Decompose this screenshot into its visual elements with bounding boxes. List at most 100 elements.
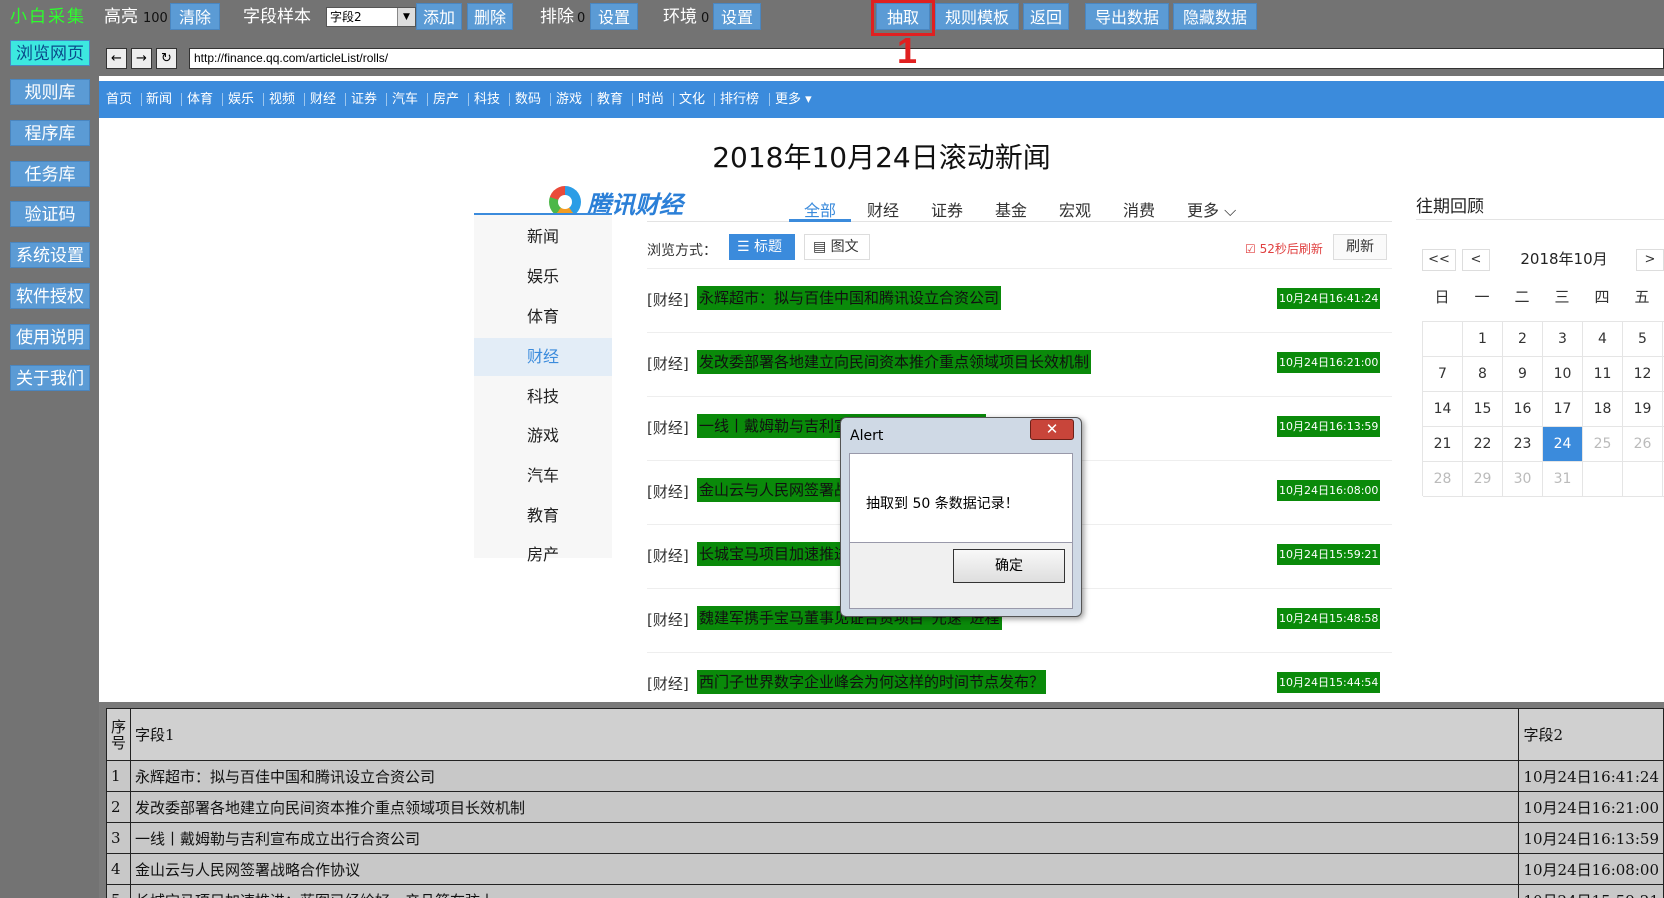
export-data-button[interactable]: 导出数据 bbox=[1085, 3, 1169, 30]
site-nav-item[interactable]: 汽车 bbox=[392, 81, 418, 118]
site-nav-item[interactable]: 视频 bbox=[269, 81, 295, 118]
category-item[interactable]: 汽车 bbox=[474, 457, 612, 495]
calendar-day[interactable]: 5 bbox=[1623, 322, 1663, 357]
sidebar-item-rules[interactable]: 规则库 bbox=[10, 79, 90, 105]
calendar-day[interactable]: 16 bbox=[1503, 392, 1543, 427]
category-item[interactable]: 教育 bbox=[474, 497, 612, 535]
calendar-day[interactable]: 29 bbox=[1463, 462, 1503, 497]
news-tag[interactable]: [财经] bbox=[647, 481, 689, 502]
calendar-day[interactable]: 11 bbox=[1583, 357, 1623, 392]
calendar-day[interactable]: 17 bbox=[1543, 392, 1583, 427]
url-input[interactable]: http://finance.qq.com/articleList/rolls/ bbox=[189, 48, 1664, 69]
news-tag[interactable]: [财经] bbox=[647, 545, 689, 566]
view-picture-button[interactable]: ▤ 图文 bbox=[804, 234, 870, 260]
calendar-day[interactable]: 1 bbox=[1463, 322, 1503, 357]
site-nav-item[interactable]: 文化 bbox=[679, 81, 705, 118]
news-title[interactable]: 发改委部署各地建立向民间资本推介重点领域项目长效机制 bbox=[697, 350, 1092, 374]
site-nav-item[interactable]: 首页 bbox=[106, 81, 132, 118]
calendar-day[interactable]: 21 bbox=[1423, 427, 1463, 462]
calendar-day[interactable]: 12 bbox=[1623, 357, 1663, 392]
site-nav-item[interactable]: 时尚 bbox=[638, 81, 664, 118]
calendar-prev-year[interactable]: << bbox=[1422, 249, 1456, 271]
table-row[interactable]: 5 长城宝马项目加速推进：蓝图已经绘好，产品箭在弦上 10月24日15:59:2… bbox=[105, 884, 1664, 898]
calendar-day[interactable]: 15 bbox=[1463, 392, 1503, 427]
calendar-day[interactable]: 30 bbox=[1503, 462, 1543, 497]
chevron-down-icon[interactable]: ▼ bbox=[397, 8, 415, 26]
sidebar-item-programs[interactable]: 程序库 bbox=[10, 120, 90, 146]
sidebar-item-about[interactable]: 关于我们 bbox=[10, 365, 90, 391]
site-nav-item[interactable]: 科技 bbox=[474, 81, 500, 118]
view-title-button[interactable]: ☰ 标题 bbox=[729, 234, 795, 260]
table-row[interactable]: 1 永辉超市：拟与百佳中国和腾讯设立合资公司 10月24日16:41:24 bbox=[105, 760, 1664, 792]
sidebar-item-browse[interactable]: 浏览网页 bbox=[10, 40, 90, 66]
news-tag[interactable]: [财经] bbox=[647, 609, 689, 630]
close-icon[interactable]: ✕ bbox=[1030, 419, 1074, 440]
calendar-day[interactable]: 8 bbox=[1463, 357, 1503, 392]
calendar-day[interactable]: 19 bbox=[1623, 392, 1663, 427]
calendar-next-month[interactable]: > bbox=[1636, 249, 1664, 271]
clear-button[interactable]: 清除 bbox=[170, 3, 220, 30]
calendar-day[interactable]: 2 bbox=[1503, 322, 1543, 357]
exclude-settings-button[interactable]: 设置 bbox=[590, 3, 638, 30]
back-button[interactable]: 返回 bbox=[1023, 3, 1069, 30]
news-tag[interactable]: [财经] bbox=[647, 289, 689, 310]
tab-securities[interactable]: 证券 bbox=[931, 197, 963, 221]
table-row[interactable]: 2 发改委部署各地建立向民间资本推介重点领域项目长效机制 10月24日16:21… bbox=[105, 791, 1664, 823]
calendar-day[interactable]: 10 bbox=[1543, 357, 1583, 392]
sidebar-item-tasks[interactable]: 任务库 bbox=[10, 161, 90, 187]
refresh-button[interactable]: 刷新 bbox=[1333, 234, 1387, 260]
category-item[interactable]: 财经 bbox=[474, 338, 612, 376]
news-tag[interactable]: [财经] bbox=[647, 417, 689, 438]
calendar-day[interactable]: 14 bbox=[1423, 392, 1463, 427]
category-item[interactable]: 新闻 bbox=[474, 218, 612, 256]
calendar-day[interactable]: 9 bbox=[1503, 357, 1543, 392]
back-arrow-icon[interactable]: ← bbox=[106, 48, 127, 69]
site-nav-item[interactable]: 体育 bbox=[187, 81, 213, 118]
tab-all[interactable]: 全部 bbox=[804, 197, 836, 221]
category-item[interactable]: 体育 bbox=[474, 298, 612, 336]
add-button[interactable]: 添加 bbox=[416, 3, 462, 30]
calendar-day[interactable]: 3 bbox=[1543, 322, 1583, 357]
site-nav-item[interactable]: 数码 bbox=[515, 81, 541, 118]
table-row[interactable]: 4 金山云与人民网签署战略合作协议 10月24日16:08:00 bbox=[105, 853, 1664, 885]
refresh-icon[interactable]: ↻ bbox=[156, 48, 177, 69]
sidebar-item-settings[interactable]: 系统设置 bbox=[10, 242, 90, 268]
environment-settings-button[interactable]: 设置 bbox=[713, 3, 761, 30]
delete-button[interactable]: 删除 bbox=[467, 3, 513, 30]
site-nav-item[interactable]: 证券 bbox=[351, 81, 377, 118]
site-nav-item[interactable]: 房产 bbox=[433, 81, 459, 118]
site-nav-item[interactable]: 娱乐 bbox=[228, 81, 254, 118]
tab-consumer[interactable]: 消费 bbox=[1123, 197, 1155, 221]
tab-funds[interactable]: 基金 bbox=[995, 197, 1027, 221]
category-item[interactable]: 科技 bbox=[474, 378, 612, 416]
calendar-day[interactable]: 31 bbox=[1543, 462, 1583, 497]
sidebar-item-license[interactable]: 软件授权 bbox=[10, 283, 90, 309]
site-nav-item[interactable]: 游戏 bbox=[556, 81, 582, 118]
calendar-day[interactable]: 22 bbox=[1463, 427, 1503, 462]
table-row[interactable]: 3 一线丨戴姆勒与吉利宣布成立出行合资公司 10月24日16:13:59 bbox=[105, 822, 1664, 854]
category-item[interactable]: 娱乐 bbox=[474, 258, 612, 296]
news-title[interactable]: 西门子世界数字企业峰会为何这样的时间节点发布？ bbox=[697, 670, 1047, 694]
calendar-prev-month[interactable]: < bbox=[1462, 249, 1490, 271]
site-nav-item[interactable]: 财经 bbox=[310, 81, 336, 118]
calendar-day[interactable]: 24 bbox=[1543, 427, 1583, 462]
calendar-day[interactable]: 26 bbox=[1623, 427, 1663, 462]
tab-finance[interactable]: 财经 bbox=[867, 197, 899, 221]
tab-more[interactable]: 更多 ⌵ bbox=[1187, 197, 1236, 221]
site-nav-item[interactable]: 教育 bbox=[597, 81, 623, 118]
news-title[interactable]: 永辉超市：拟与百佳中国和腾讯设立合资公司 bbox=[697, 286, 1002, 310]
site-nav-item[interactable]: 排行榜 bbox=[720, 81, 759, 118]
news-tag[interactable]: [财经] bbox=[647, 673, 689, 694]
hide-data-button[interactable]: 隐藏数据 bbox=[1173, 3, 1257, 30]
calendar-day[interactable]: 18 bbox=[1583, 392, 1623, 427]
site-nav-more[interactable]: 更多 ▾ bbox=[775, 81, 812, 118]
field-sample-select[interactable]: 字段2 ▼ bbox=[326, 7, 416, 27]
tab-macro[interactable]: 宏观 bbox=[1059, 197, 1091, 221]
calendar-day[interactable]: 25 bbox=[1583, 427, 1623, 462]
rule-template-button[interactable]: 规则模板 bbox=[935, 3, 1019, 30]
news-tag[interactable]: [财经] bbox=[647, 353, 689, 374]
calendar-day[interactable]: 7 bbox=[1423, 357, 1463, 392]
site-nav-item[interactable]: 新闻 bbox=[146, 81, 172, 118]
auto-refresh-checkbox[interactable]: ☑ 52秒后刷新 bbox=[1245, 240, 1323, 257]
sidebar-item-manual[interactable]: 使用说明 bbox=[10, 324, 90, 350]
